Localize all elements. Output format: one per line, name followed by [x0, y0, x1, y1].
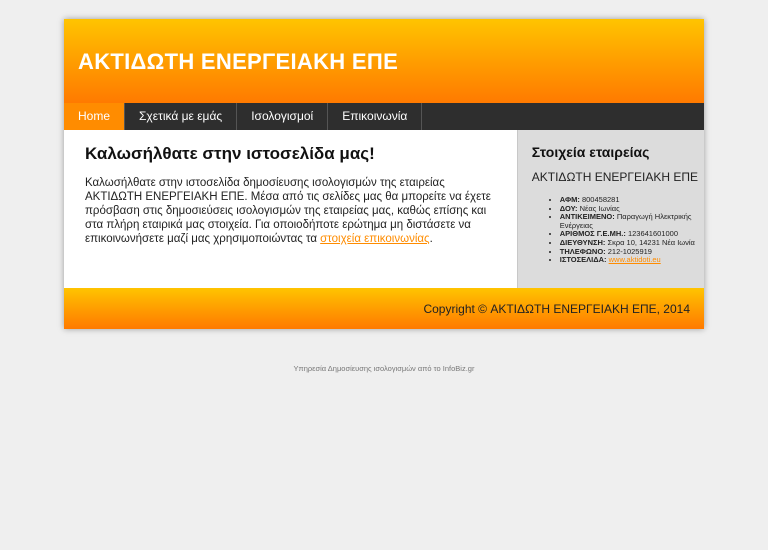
- header-banner: ΑΚΤΙΔΩΤΗ ΕΝΕΡΓΕΙΑΚΗ ΕΠΕ: [64, 19, 704, 103]
- service-credit: Υπηρεσία Δημοσίευσης ισολογισμών από το …: [293, 364, 475, 373]
- nav-item-contact[interactable]: Επικοινωνία: [328, 103, 423, 130]
- main-content: Καλωσήλθατε στην ιστοσελίδα μας! Καλωσήλ…: [64, 130, 517, 288]
- welcome-heading: Καλωσήλθατε στην ιστοσελίδα μας!: [85, 144, 375, 163]
- nav-item-balance-sheets[interactable]: Ισολογισμοί: [237, 103, 329, 130]
- website-link[interactable]: www.aktidoti.eu: [609, 255, 661, 264]
- contact-link[interactable]: στοιχεία επικοινωνίας: [320, 233, 429, 245]
- detail-object: ΑΝΤΙΚΕΙΜΕΝΟ: Παραγωγή Ηλεκτρικής Ενέργει…: [560, 212, 704, 230]
- detail-label: ΙΣΤΟΣΕΛΙΔΑ:: [559, 255, 607, 265]
- welcome-text: Καλωσήλθατε στην ιστοσελίδα δημοσίευσης …: [85, 176, 499, 246]
- company-details-list: ΑΦΜ: 800458281 ΔΟΥ: Νέας Ιωνίας ΑΝΤΙΚΕΙΜ…: [532, 195, 704, 265]
- footer-banner: Copyright © ΑΚΤΙΔΩΤΗ ΕΝΕΡΓΕΙΑΚΗ ΕΠΕ, 201…: [64, 288, 704, 329]
- sidebar-company-name: ΑΚΤΙΔΩΤΗ ΕΝΕΡΓΕΙΑΚΗ ΕΠΕ: [531, 170, 699, 184]
- main-nav: Home Σχετικά με εμάς Ισολογισμοί Επικοιν…: [64, 103, 704, 130]
- intro-end: .: [429, 233, 433, 245]
- company-sidebar: Στοιχεία εταιρείας ΑΚΤΙΔΩΤΗ ΕΝΕΡΓΕΙΑΚΗ Ε…: [516, 130, 704, 288]
- content-area: Καλωσήλθατε στην ιστοσελίδα μας! Καλωσήλ…: [64, 130, 704, 288]
- nav-item-home[interactable]: Home: [64, 103, 126, 130]
- nav-item-about[interactable]: Σχετικά με εμάς: [125, 103, 238, 130]
- sidebar-title: Στοιχεία εταιρείας: [531, 144, 650, 160]
- detail-website: ΙΣΤΟΣΕΛΙΔΑ: www.aktidoti.eu: [559, 255, 704, 265]
- copyright-text: Copyright © ΑΚΤΙΔΩΤΗ ΕΝΕΡΓΕΙΑΚΗ ΕΠΕ, 201…: [423, 302, 690, 316]
- site-title: ΑΚΤΙΔΩΤΗ ΕΝΕΡΓΕΙΑΚΗ ΕΠΕ: [78, 49, 399, 74]
- page-container: ΑΚΤΙΔΩΤΗ ΕΝΕΡΓΕΙΑΚΗ ΕΠΕ Home Σχετικά με …: [64, 19, 704, 329]
